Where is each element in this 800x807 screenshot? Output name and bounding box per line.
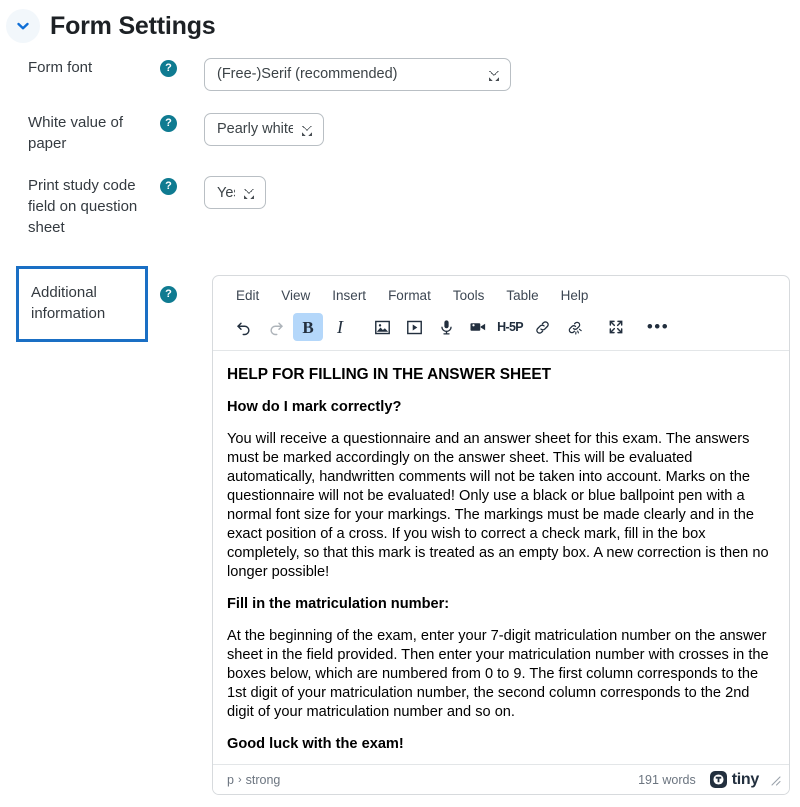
- h5p-button[interactable]: H-5P: [495, 313, 525, 341]
- help-cell: ?: [160, 113, 204, 132]
- help-icon[interactable]: ?: [160, 178, 177, 196]
- media-icon: [406, 319, 423, 336]
- video-camera-icon: [469, 318, 487, 336]
- word-count[interactable]: 191 words: [638, 773, 696, 787]
- form-font-select[interactable]: (Free-)Serif (recommended): [204, 58, 511, 91]
- label-study-code: Print study code field on question sheet: [0, 176, 160, 238]
- insert-link-button[interactable]: [527, 313, 557, 341]
- label-text-focused[interactable]: Additional information: [16, 266, 148, 342]
- bold-icon: B: [302, 317, 314, 337]
- insert-media-button[interactable]: [399, 313, 429, 341]
- control-cell: Yes: [204, 176, 800, 210]
- content-paragraph-2: At the beginning of the exam, enter your…: [227, 627, 769, 720]
- undo-button[interactable]: [229, 313, 259, 341]
- insert-image-button[interactable]: [367, 313, 397, 341]
- label-text: Form font: [28, 59, 93, 76]
- form-row-form-font: Form font ? (Free-)Serif (recommended): [0, 58, 800, 91]
- help-icon[interactable]: ?: [160, 115, 177, 132]
- remove-link-button[interactable]: [559, 313, 589, 341]
- more-options-button[interactable]: •••: [643, 313, 673, 341]
- control-cell: (Free-)Serif (recommended): [204, 58, 800, 91]
- help-cell: ?: [160, 176, 204, 196]
- form-row-white-value: White value of paper ? Pearly white: [0, 113, 800, 154]
- label-form-font: Form font: [0, 58, 160, 79]
- white-value-select[interactable]: Pearly white: [204, 113, 324, 146]
- label-text: White value of paper: [28, 114, 124, 152]
- microphone-icon: [438, 319, 455, 336]
- redo-button[interactable]: [261, 313, 291, 341]
- more-icon: •••: [646, 316, 670, 336]
- image-icon: [374, 319, 391, 336]
- content-closing: Good luck with the exam!: [227, 735, 404, 752]
- menu-help[interactable]: Help: [552, 284, 598, 307]
- menu-tools[interactable]: Tools: [444, 284, 494, 307]
- resize-grip-icon[interactable]: [769, 774, 781, 786]
- editor-statusbar: p › strong 191 words tiny: [213, 764, 789, 794]
- tinymce-brand-link[interactable]: tiny: [709, 770, 760, 788]
- italic-button[interactable]: I: [325, 313, 355, 341]
- menu-insert[interactable]: Insert: [323, 284, 375, 307]
- help-cell: ?: [160, 266, 204, 304]
- content-title: HELP FOR FILLING IN THE ANSWER SHEET: [227, 366, 552, 383]
- undo-icon: [235, 318, 253, 336]
- additional-information-editor-wrap: Edit View Insert Format Tools Table Help: [212, 275, 790, 795]
- label-text: Print study code field on question sheet: [28, 177, 138, 236]
- help-icon[interactable]: ?: [160, 286, 177, 304]
- menu-edit[interactable]: Edit: [227, 284, 268, 307]
- element-path-leaf[interactable]: strong: [246, 773, 281, 787]
- menu-view[interactable]: View: [272, 284, 319, 307]
- content-paragraph-1: You will receive a questionnaire and an …: [227, 430, 769, 580]
- redo-icon: [267, 318, 285, 336]
- editor-content-area[interactable]: HELP FOR FILLING IN THE ANSWER SHEET How…: [213, 351, 789, 764]
- chevron-down-icon: [15, 18, 31, 34]
- record-video-button[interactable]: [463, 313, 493, 341]
- content-heading-1: How do I mark correctly?: [227, 399, 402, 416]
- fullscreen-button[interactable]: [601, 313, 631, 341]
- control-cell: Pearly white: [204, 113, 800, 146]
- unlink-icon: [566, 319, 583, 336]
- menu-format[interactable]: Format: [379, 284, 440, 307]
- fullscreen-icon: [608, 319, 624, 335]
- collapse-toggle[interactable]: [6, 9, 40, 43]
- label-white-value: White value of paper: [0, 113, 160, 154]
- content-heading-2: Fill in the matriculation number:: [227, 595, 450, 612]
- element-path-separator: ›: [237, 773, 242, 786]
- record-audio-button[interactable]: [431, 313, 461, 341]
- tinymce-editor: Edit View Insert Format Tools Table Help: [212, 275, 790, 795]
- help-cell: ?: [160, 58, 204, 77]
- form-settings-page: Form Settings Form font ? (Free-)Serif (…: [0, 0, 800, 807]
- element-path-root[interactable]: p: [227, 773, 234, 787]
- section-header: Form Settings: [0, 0, 800, 44]
- label-additional-information: Additional information: [0, 266, 160, 342]
- editor-toolbar: B I H-5P •••: [213, 311, 789, 351]
- h5p-icon: H-5P: [497, 319, 523, 334]
- help-icon[interactable]: ?: [160, 60, 177, 77]
- menu-table[interactable]: Table: [497, 284, 547, 307]
- page-title: Form Settings: [50, 11, 216, 40]
- form-row-study-code: Print study code field on question sheet…: [0, 176, 800, 238]
- bold-button[interactable]: B: [293, 313, 323, 341]
- tiny-brand-text: tiny: [731, 770, 760, 788]
- editor-menubar: Edit View Insert Format Tools Table Help: [213, 276, 789, 311]
- link-icon: [534, 319, 551, 336]
- tiny-logo-icon: [709, 771, 727, 788]
- study-code-select[interactable]: Yes: [204, 176, 266, 210]
- italic-icon: I: [337, 317, 343, 337]
